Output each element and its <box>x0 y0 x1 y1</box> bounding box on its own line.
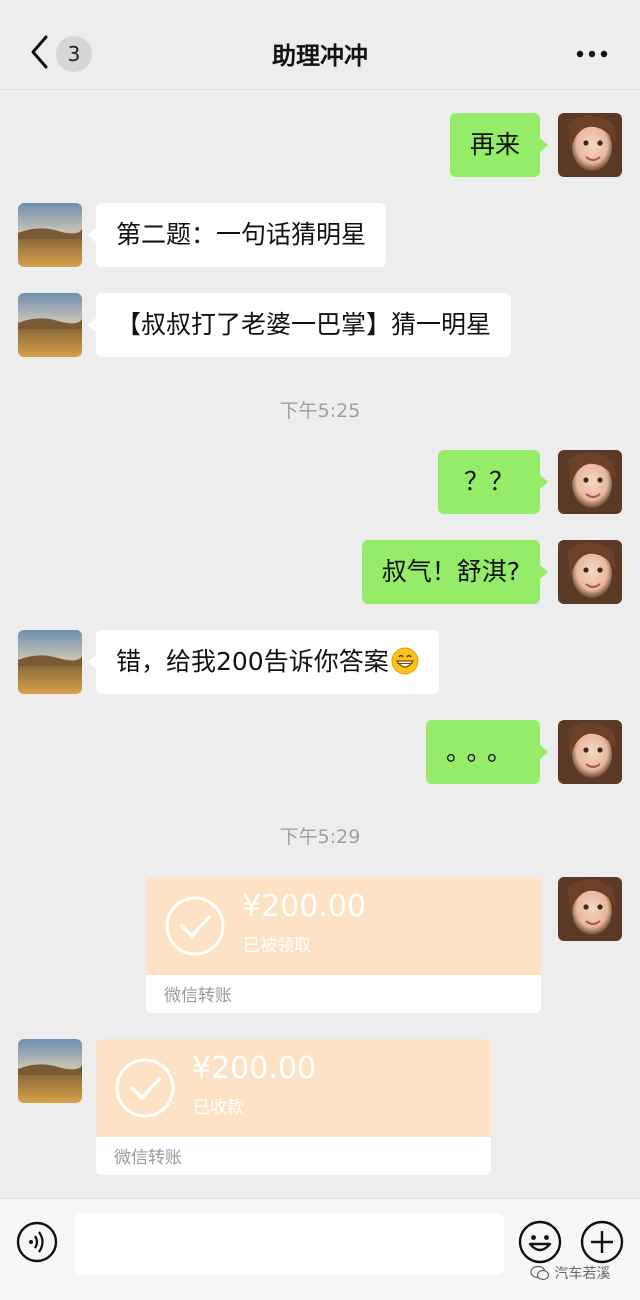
message-bubble[interactable]: 【叔叔打了老婆一巴掌】猜一明星 <box>87 293 512 357</box>
check-circle-icon <box>165 896 225 956</box>
message-row: 【叔叔打了老婆一巴掌】猜一明星 <box>0 293 640 357</box>
message-bubble[interactable]: ？？ <box>437 450 549 514</box>
transfer-amount: ¥200.00 <box>192 1051 317 1086</box>
check-circle-icon <box>115 1058 175 1118</box>
message-row: 再来 <box>0 113 640 177</box>
timestamp: 下午5:25 <box>279 400 361 422</box>
desert-avatar-icon <box>18 293 82 357</box>
message-row: 错，给我200告诉你答案 <box>0 630 640 694</box>
contact-avatar[interactable] <box>18 630 82 694</box>
girl-avatar-icon <box>558 113 622 177</box>
chevron-left-icon <box>31 35 48 69</box>
girl-avatar-icon <box>558 720 622 784</box>
watermark-text: 汽车若溪 <box>554 1266 611 1282</box>
desert-avatar-icon <box>18 203 82 267</box>
transfer-card[interactable]: ¥200.00 已收款 微信转账 <box>96 1039 491 1175</box>
my-avatar[interactable] <box>558 877 622 941</box>
desert-avatar-icon <box>18 1039 82 1103</box>
girl-avatar-icon <box>558 450 622 514</box>
wechat-logo-icon <box>530 1265 550 1281</box>
contact-avatar[interactable] <box>18 203 82 267</box>
transfer-status: 已收款 <box>193 1098 244 1118</box>
message-row: ¥200.00 已收款 微信转账 <box>0 1039 640 1175</box>
girl-avatar-icon <box>558 540 622 604</box>
emoji-button[interactable] <box>518 1220 562 1264</box>
message-bubble[interactable]: 再来 <box>449 113 549 177</box>
plus-button[interactable] <box>580 1220 624 1264</box>
unread-count-badge[interactable]: 3 <box>56 36 92 72</box>
chat-title: 助理冲冲 <box>272 42 368 70</box>
girl-avatar-icon <box>558 877 622 941</box>
my-avatar[interactable] <box>558 540 622 604</box>
watermark: 汽车若溪 <box>530 1263 610 1283</box>
message-bubble[interactable]: 错，给我200告诉你答案 <box>88 630 439 694</box>
message-bubble[interactable]: 第二题：一句话猜明星 <box>87 203 387 267</box>
grinning-face-icon <box>391 647 419 675</box>
my-avatar[interactable] <box>558 450 622 514</box>
message-row: ¥200.00 已被领取 微信转账 <box>0 877 640 1013</box>
contact-avatar[interactable] <box>18 293 82 357</box>
contact-avatar[interactable] <box>18 1039 82 1103</box>
chat-header: 3 助理冲冲 <box>0 0 640 90</box>
message-row: 第二题：一句话猜明星 <box>0 203 640 267</box>
transfer-amount: ¥200.00 <box>242 889 367 924</box>
transfer-footer: 微信转账 <box>114 1148 182 1168</box>
transfer-status: 已被领取 <box>243 936 311 956</box>
voice-button[interactable] <box>16 1221 58 1263</box>
message-text: 错，给我200告诉你答案 <box>116 647 389 676</box>
message-row: 叔气！舒淇? <box>0 540 640 604</box>
input-bar: 汽车若溪 <box>0 1198 640 1300</box>
my-avatar[interactable] <box>558 113 622 177</box>
back-button[interactable] <box>28 34 58 74</box>
message-row: ？？ <box>0 450 640 514</box>
message-bubble[interactable]: 。。。 <box>425 720 549 784</box>
plus-icon <box>580 1220 624 1264</box>
message-input[interactable] <box>74 1213 504 1275</box>
timestamp: 下午5:29 <box>279 826 361 848</box>
my-avatar[interactable] <box>558 720 622 784</box>
voice-icon <box>16 1221 58 1263</box>
more-dots-icon <box>576 50 608 58</box>
more-button[interactable] <box>576 46 608 62</box>
emoji-icon <box>518 1220 562 1264</box>
transfer-card[interactable]: ¥200.00 已被领取 微信转账 <box>146 877 541 1013</box>
transfer-footer: 微信转账 <box>164 986 232 1006</box>
message-row: 。。。 <box>0 720 640 784</box>
desert-avatar-icon <box>18 630 82 694</box>
message-bubble[interactable]: 叔气！舒淇? <box>361 540 549 604</box>
